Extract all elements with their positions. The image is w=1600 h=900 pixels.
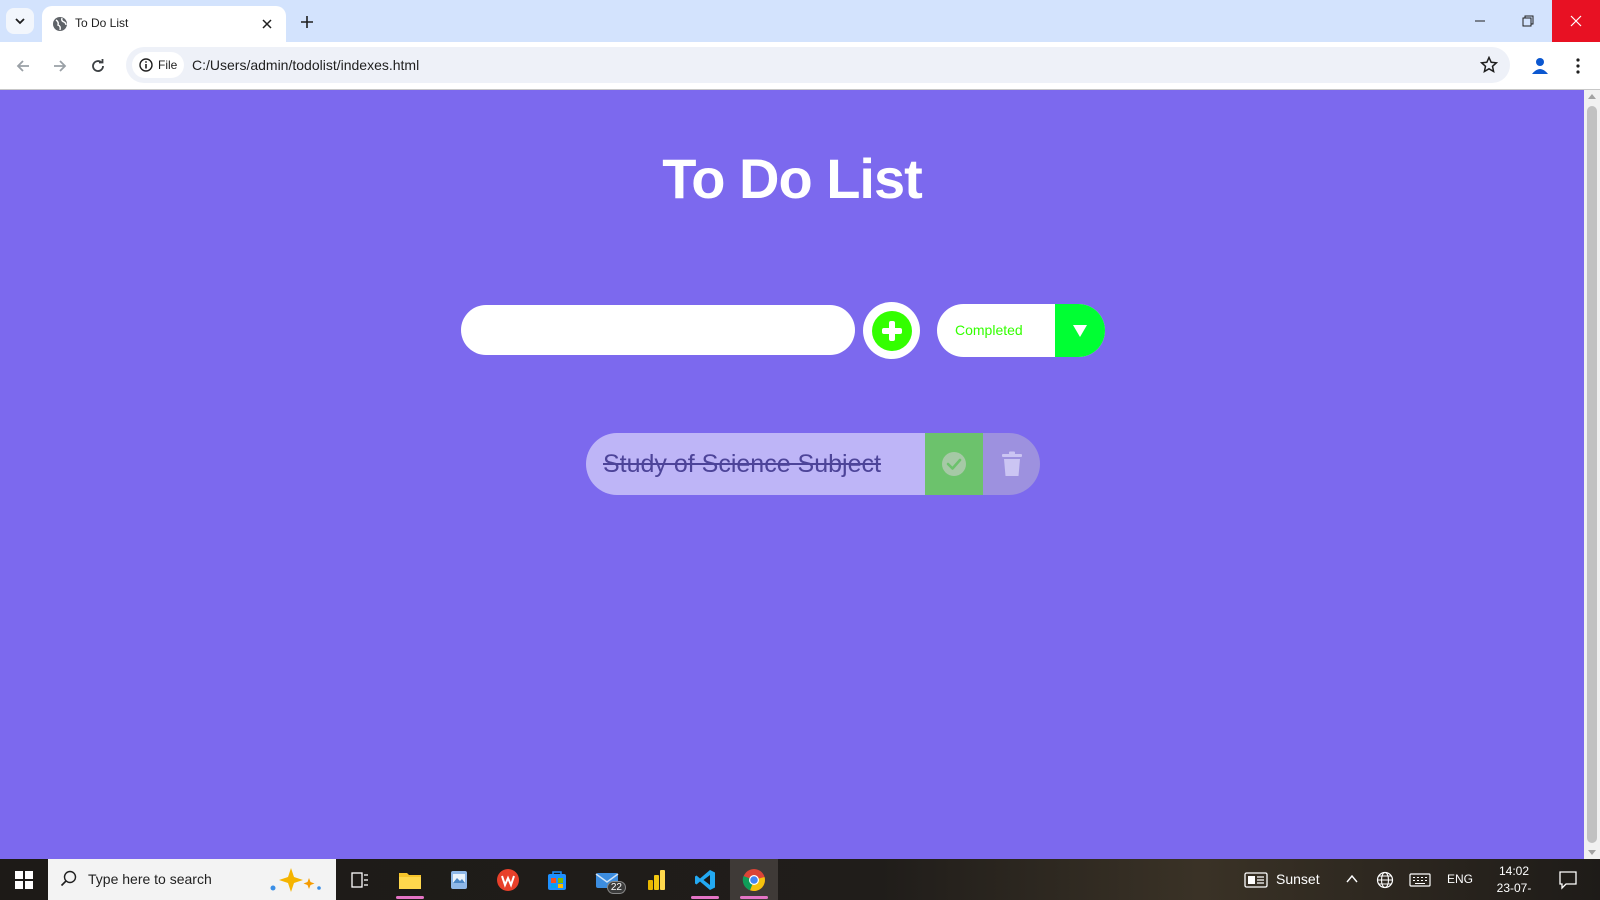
- page-title: To Do List: [662, 147, 923, 210]
- todo-text: Study of Science Subject: [586, 433, 925, 495]
- notification-icon[interactable]: [1558, 870, 1578, 890]
- taskbar: Type here to search 22 Sunset ENG 14:02 …: [0, 859, 1600, 900]
- news-widget-icon: [1244, 872, 1268, 888]
- tab-close-icon[interactable]: [258, 15, 276, 33]
- taskbar-search-placeholder: Type here to search: [88, 871, 212, 887]
- taskbar-search-box[interactable]: Type here to search: [48, 859, 336, 900]
- clock[interactable]: 14:02 23-07-2024: [1484, 863, 1544, 900]
- restore-button[interactable]: [1504, 0, 1552, 42]
- tab-title: To Do List: [75, 16, 129, 30]
- minimize-icon: [1475, 20, 1485, 22]
- reload-button[interactable]: [84, 52, 112, 80]
- minimize-button[interactable]: [1456, 0, 1504, 42]
- taskbar-vscode[interactable]: [681, 859, 729, 900]
- profile-button[interactable]: [1526, 52, 1554, 80]
- plus-icon: [301, 16, 313, 28]
- store-icon: [548, 870, 566, 890]
- check-icon: [942, 452, 966, 476]
- language-indicator[interactable]: ENG: [1447, 872, 1473, 886]
- tab-search-button[interactable]: [6, 8, 34, 34]
- taskbar-mail[interactable]: 22: [584, 859, 632, 900]
- taskbar-file-explorer[interactable]: [386, 859, 434, 900]
- vscode-icon: [695, 869, 715, 890]
- arrow-right-icon: [54, 60, 67, 72]
- plus-circle-icon: [871, 310, 912, 351]
- url-text[interactable]: C:/Users/admin/todolist/indexes.html: [192, 57, 419, 73]
- taskbar-power-bi[interactable]: [632, 859, 680, 900]
- taskbar-store[interactable]: [533, 859, 581, 900]
- arrow-left-icon: [16, 60, 29, 72]
- task-view-button[interactable]: [336, 859, 384, 900]
- clock-time: 14:02: [1498, 864, 1530, 878]
- kebab-menu-icon: [1576, 58, 1580, 74]
- windows-logo-icon: [15, 870, 33, 889]
- task-view-icon: [351, 871, 368, 888]
- page-scrollbar[interactable]: [1584, 90, 1600, 859]
- delete-button[interactable]: [983, 433, 1040, 495]
- bookmark-star-icon[interactable]: [1478, 54, 1500, 76]
- browser-menu-button[interactable]: [1566, 52, 1590, 80]
- complete-button[interactable]: [925, 433, 983, 495]
- network-globe-icon[interactable]: [1376, 871, 1394, 889]
- keyboard-icon[interactable]: [1409, 873, 1431, 887]
- restore-icon: [1522, 15, 1534, 27]
- chrome-icon: [742, 868, 765, 891]
- scroll-up-arrow-icon[interactable]: [1588, 94, 1596, 99]
- wps-office-icon: [497, 868, 519, 891]
- sparkle-icon: [270, 868, 321, 892]
- weather-label[interactable]: Sunset: [1276, 871, 1320, 887]
- clock-date: 23-07-2024: [1496, 881, 1532, 900]
- taskbar-wps-office[interactable]: [484, 859, 532, 900]
- globe-icon: [53, 17, 67, 31]
- filter-selected-value: Completed: [955, 322, 1023, 338]
- reload-icon: [92, 59, 104, 72]
- search-icon: [60, 870, 77, 887]
- chevron-down-icon: [15, 18, 25, 25]
- caret-down-icon: [1073, 324, 1087, 337]
- browser-tab[interactable]: To Do List: [42, 6, 286, 42]
- trash-icon: [1001, 451, 1022, 476]
- filter-dropdown-arrow[interactable]: [1055, 304, 1105, 357]
- todo-app-page: To Do List Completed Study of Science Su…: [0, 90, 1584, 859]
- taskbar-chrome[interactable]: [730, 859, 778, 900]
- todo-item: Study of Science Subject: [586, 433, 1040, 495]
- close-window-button[interactable]: [1552, 0, 1600, 42]
- new-tab-button[interactable]: [295, 10, 319, 34]
- mail-unread-badge: 22: [606, 881, 626, 894]
- site-chip-label: File: [158, 58, 178, 72]
- tab-strip: To Do List: [0, 0, 1600, 42]
- running-indicator: [691, 896, 719, 899]
- info-icon: [139, 58, 153, 72]
- scroll-down-arrow-icon[interactable]: [1588, 850, 1596, 855]
- taskbar-photos[interactable]: [435, 859, 483, 900]
- filter-select[interactable]: Completed: [937, 304, 1105, 357]
- scroll-thumb[interactable]: [1587, 106, 1597, 843]
- add-todo-button[interactable]: [863, 302, 920, 359]
- running-indicator: [740, 896, 768, 899]
- forward-button[interactable]: [46, 52, 74, 80]
- close-icon: [1570, 15, 1582, 27]
- folder-icon: [399, 872, 421, 889]
- chevron-up-icon[interactable]: [1346, 874, 1358, 884]
- back-button[interactable]: [9, 52, 37, 80]
- image-viewer-icon: [451, 870, 467, 889]
- site-info-chip[interactable]: File: [132, 52, 184, 78]
- avatar-icon: [1532, 58, 1548, 74]
- start-button[interactable]: [0, 859, 48, 900]
- address-bar[interactable]: File C:/Users/admin/todolist/indexes.htm…: [126, 47, 1510, 83]
- browser-toolbar: File C:/Users/admin/todolist/indexes.htm…: [0, 42, 1600, 90]
- todo-input[interactable]: [461, 305, 855, 355]
- power-bi-icon: [648, 869, 665, 890]
- running-indicator: [396, 896, 424, 899]
